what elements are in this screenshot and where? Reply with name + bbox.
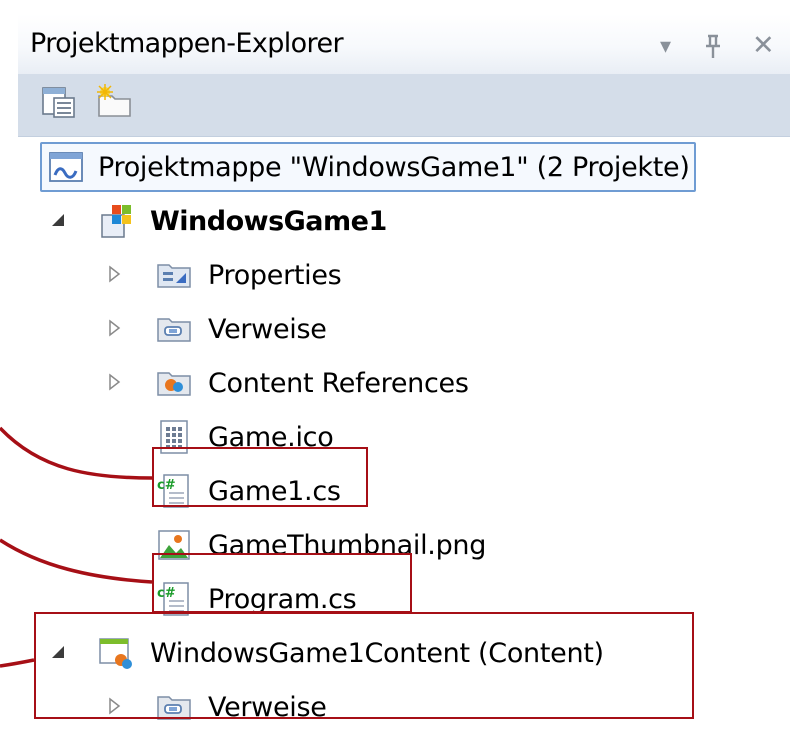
properties-tool-icon[interactable] — [40, 84, 76, 120]
tree-item-label: Verweise — [208, 313, 327, 345]
collapsed-arrow-icon[interactable] — [104, 318, 128, 342]
tree-item-verweise[interactable]: Verweise — [104, 304, 327, 354]
tree-item-label: Game1.cs — [208, 475, 341, 507]
csharp-file-icon: c# — [156, 473, 192, 509]
tree-item-verweise-content[interactable]: Verweise — [104, 682, 327, 732]
tree-item-properties[interactable]: Properties — [104, 250, 342, 300]
solution-tree: Projektmappe "WindowsGame1" (2 Projekte)… — [0, 136, 790, 723]
properties-folder-icon — [156, 257, 192, 293]
panel-title: Projektmappen-Explorer — [30, 28, 344, 59]
tree-item-game1-cs[interactable]: c# Game1.cs — [156, 466, 341, 516]
solution-icon — [48, 149, 84, 185]
tree-item-solution[interactable]: Projektmappe "WindowsGame1" (2 Projekte) — [40, 142, 696, 192]
tree-item-label: Program.cs — [208, 583, 357, 615]
tree-item-label: Properties — [208, 259, 342, 291]
tree-item-content-references[interactable]: Content References — [104, 358, 469, 408]
close-icon[interactable]: ✕ — [752, 32, 775, 59]
tree-item-label: WindowsGame1Content (Content) — [150, 637, 604, 669]
tree-item-gamethumbnail-png[interactable]: GameThumbnail.png — [156, 520, 486, 570]
references-folder-icon — [156, 311, 192, 347]
tree-item-label: GameThumbnail.png — [208, 529, 487, 561]
references-folder-icon — [156, 689, 192, 725]
expanded-arrow-icon[interactable] — [48, 642, 72, 666]
panel-titlebar: Projektmappen-Explorer ▾ ✕ — [18, 14, 790, 74]
collapsed-arrow-icon[interactable] — [104, 372, 128, 396]
csharp-file-icon: c# — [156, 581, 192, 617]
tree-item-game-ico[interactable]: Game.ico — [156, 412, 334, 462]
tree-item-label: Verweise — [208, 691, 327, 723]
tree-item-project-windowsgame1content[interactable]: WindowsGame1Content (Content) — [48, 628, 604, 678]
collapsed-arrow-icon[interactable] — [104, 696, 128, 720]
tree-item-label: WindowsGame1 — [150, 205, 387, 237]
svg-text:c#: c# — [157, 586, 176, 601]
explorer-toolbar — [18, 74, 790, 137]
pin-icon[interactable] — [702, 32, 724, 65]
content-project-icon — [98, 635, 134, 671]
project-icon — [98, 203, 134, 239]
tree-item-label: Game.ico — [208, 421, 334, 453]
tree-item-project-windowsgame1[interactable]: WindowsGame1 — [48, 196, 387, 246]
content-references-folder-icon — [156, 365, 192, 401]
tree-item-label: Content References — [208, 367, 469, 399]
tree-item-label: Projektmappe "WindowsGame1" (2 Projekte) — [98, 151, 690, 183]
show-all-files-icon[interactable] — [96, 84, 132, 120]
expanded-arrow-icon[interactable] — [48, 210, 72, 234]
image-file-icon — [156, 527, 192, 563]
collapsed-arrow-icon[interactable] — [104, 264, 128, 288]
dropdown-icon[interactable]: ▾ — [660, 36, 671, 58]
tree-item-program-cs[interactable]: c# Program.cs — [156, 574, 357, 624]
icon-file-icon — [156, 419, 192, 455]
svg-text:c#: c# — [157, 478, 176, 493]
